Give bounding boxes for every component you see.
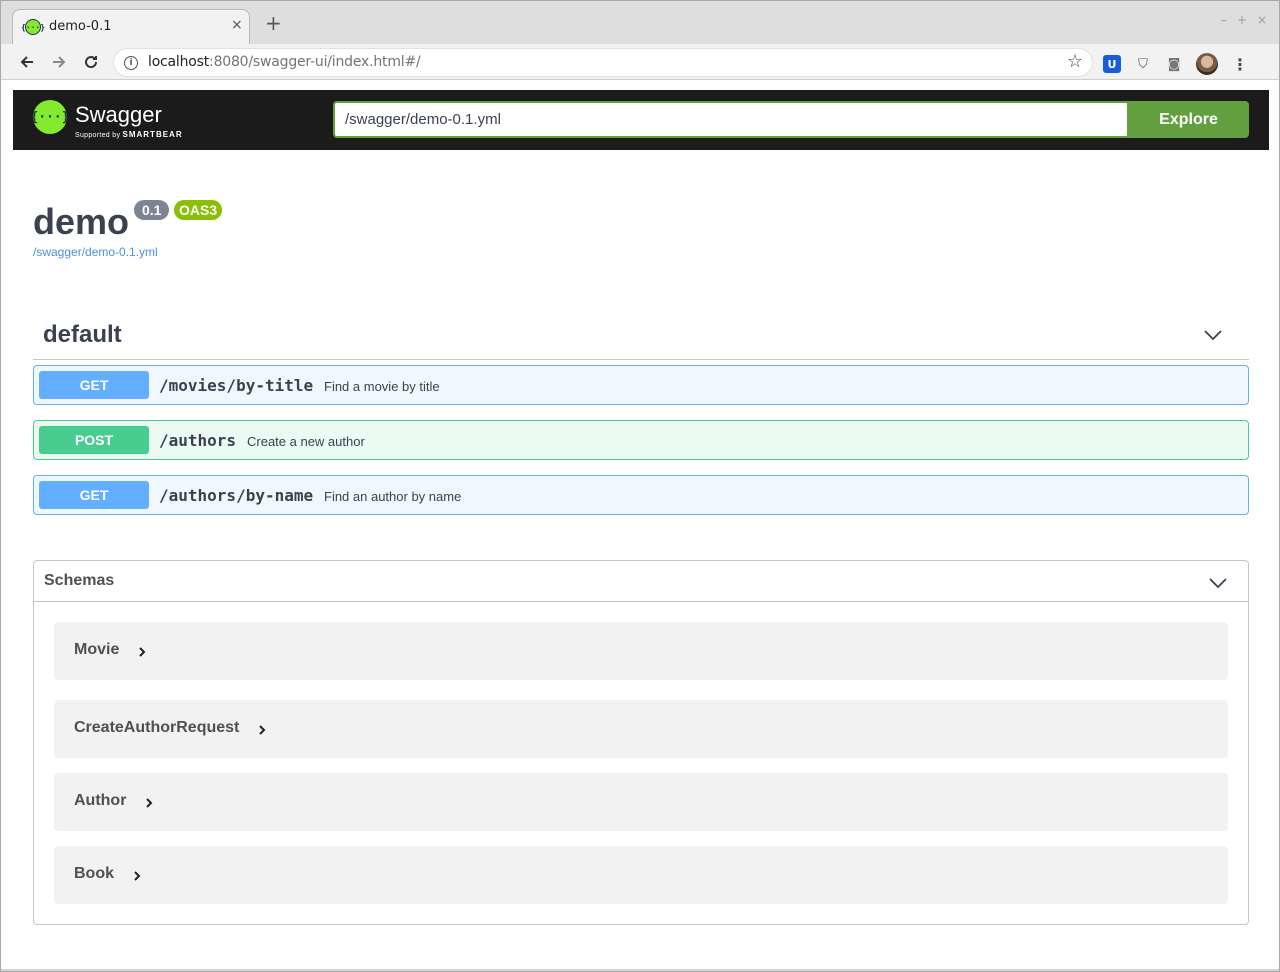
bookmark-star-icon[interactable]: ☆ xyxy=(1067,51,1083,72)
camera-icon[interactable]: ◙ xyxy=(1165,55,1183,73)
model-book[interactable]: Book xyxy=(54,846,1228,904)
method-badge: GET xyxy=(39,371,149,399)
version-badge: 0.1 xyxy=(134,200,170,220)
tab-title: demo-0.1 xyxy=(49,19,112,34)
tab-close-icon[interactable]: × xyxy=(231,17,243,33)
operation-summary: Create a new author xyxy=(247,434,365,449)
operation-path: /movies/by-title xyxy=(159,376,314,395)
extension-icons: U ⛉ ◙ ⋮ xyxy=(1103,53,1249,75)
chevron-down-icon[interactable] xyxy=(1208,573,1228,593)
model-create-author-request[interactable]: CreateAuthorRequest xyxy=(54,700,1228,758)
url-host: localhost xyxy=(148,54,210,70)
logo-sub-prefix: Supported by xyxy=(75,132,123,139)
schemas-section: Schemas Movie CreateAuthorRequest Author… xyxy=(33,560,1249,925)
url-path: :8080/swagger-ui/index.html#/ xyxy=(209,54,421,70)
close-window-icon[interactable]: × xyxy=(1257,13,1267,27)
browser-window: {···} demo-0.1 × + – + × i localhost:808… xyxy=(0,0,1280,972)
model-name: CreateAuthorRequest xyxy=(74,719,240,736)
api-title: demo xyxy=(33,201,130,242)
schemas-title: Schemas xyxy=(44,572,115,589)
profile-avatar[interactable] xyxy=(1196,53,1218,75)
address-bar[interactable]: i localhost:8080/swagger-ui/index.html#/… xyxy=(113,48,1093,77)
chevron-right-icon[interactable] xyxy=(132,870,142,882)
tag-header-default[interactable]: default xyxy=(33,313,1249,360)
spec-url-input[interactable] xyxy=(333,101,1129,138)
operation-path: /authors xyxy=(159,431,237,450)
method-badge: POST xyxy=(39,426,149,454)
operation-summary: Find a movie by title xyxy=(324,379,440,394)
logo-sub-brand: SMARTBEAR xyxy=(122,130,183,139)
browser-toolbar: i localhost:8080/swagger-ui/index.html#/… xyxy=(1,44,1279,80)
reload-icon[interactable] xyxy=(80,51,102,73)
maximize-icon[interactable]: + xyxy=(1237,13,1247,27)
back-icon[interactable] xyxy=(16,51,38,73)
swagger-logo-icon: {···} xyxy=(30,100,70,134)
swagger-logo-subtitle: Supported by SMARTBEAR xyxy=(75,130,183,139)
model-author[interactable]: Author xyxy=(54,773,1228,831)
site-info-icon[interactable]: i xyxy=(124,56,138,70)
model-name: Book xyxy=(74,865,114,882)
explore-button[interactable]: Explore xyxy=(1128,101,1249,138)
chevron-right-icon[interactable] xyxy=(257,724,267,736)
operation-get-authors-by-name[interactable]: GET /authors/by-name Find an author by n… xyxy=(33,475,1249,515)
pocket-icon[interactable]: ⛉ xyxy=(1134,55,1152,73)
swagger-logo-text: Swagger xyxy=(75,102,162,127)
tab-strip: {···} demo-0.1 × + – + × xyxy=(1,1,1279,44)
operation-summary: Find an author by name xyxy=(324,489,462,504)
browser-tab[interactable]: {···} demo-0.1 × xyxy=(12,9,250,44)
method-badge: GET xyxy=(39,481,149,509)
spec-link[interactable]: /swagger/demo-0.1.yml xyxy=(33,245,158,259)
browser-menu-icon[interactable]: ⋮ xyxy=(1231,55,1249,74)
operation-post-authors[interactable]: POST /authors Create a new author xyxy=(33,420,1249,460)
chevron-down-icon[interactable] xyxy=(1203,325,1223,345)
operation-get-movies-by-title[interactable]: GET /movies/by-title Find a movie by tit… xyxy=(33,365,1249,405)
chevron-right-icon[interactable] xyxy=(144,797,154,809)
url-text: localhost:8080/swagger-ui/index.html#/ xyxy=(148,54,421,70)
bitwarden-icon[interactable]: U xyxy=(1103,55,1121,73)
model-name: Movie xyxy=(74,641,120,658)
minimize-icon[interactable]: – xyxy=(1221,13,1227,27)
forward-icon[interactable] xyxy=(48,51,70,73)
model-movie[interactable]: Movie xyxy=(54,622,1228,680)
oas-badge: OAS3 xyxy=(174,200,223,220)
operation-path: /authors/by-name xyxy=(159,486,314,505)
tag-title: default xyxy=(43,321,122,348)
new-tab-icon[interactable]: + xyxy=(265,13,282,33)
swagger-favicon-icon: {···} xyxy=(21,19,45,35)
schemas-header[interactable]: Schemas xyxy=(34,561,1248,602)
swagger-topbar: {···} Swagger Supported by SMARTBEAR Exp… xyxy=(13,90,1269,150)
chevron-right-icon[interactable] xyxy=(137,646,147,658)
window-controls: – + × xyxy=(1221,13,1267,27)
model-name: Author xyxy=(74,792,127,809)
